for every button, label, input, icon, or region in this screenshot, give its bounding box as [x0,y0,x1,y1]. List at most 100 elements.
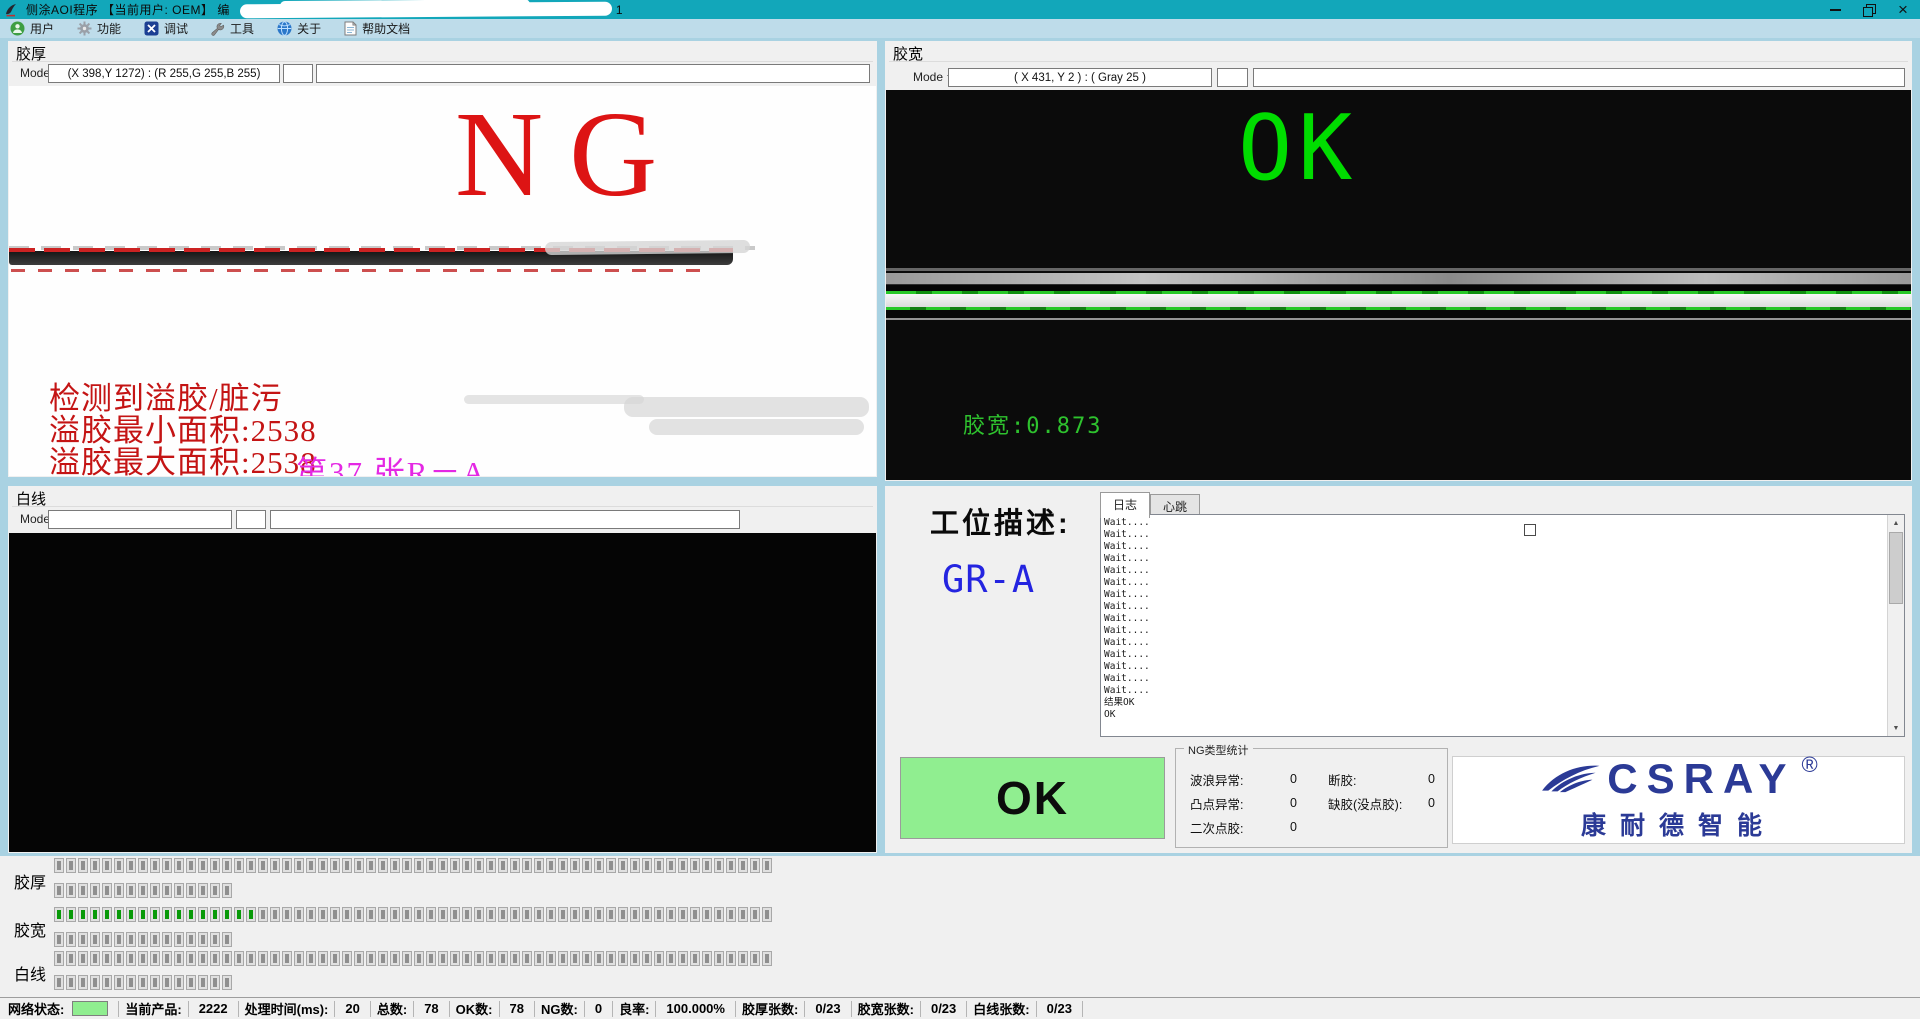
indicator-cell [751,859,759,872]
indicator-cell [691,908,699,921]
indicator-cell [451,952,459,965]
indicator-cell [487,908,495,921]
indicator-cell [367,908,375,921]
log-scrollbar[interactable] [1887,515,1904,736]
indicator-cell [307,908,315,921]
indicator-cell [523,908,531,921]
indicator-cell [223,976,231,989]
indicator-cell [127,859,135,872]
panel-glue-width: 胶宽 Mode ( X 431, Y 2 ) : ( Gray 25 ) OK … [885,41,1912,481]
panel-divider [12,506,873,507]
overall-result-button[interactable]: OK [900,757,1165,839]
station-name: GR-A [942,558,1035,601]
menu-item-功能[interactable]: 功能 [69,19,136,38]
thickness-camera-image: NG 检测到溢胶/脏污 溢胶最小面积:2538 溢胶最大面积:2538 第37 … [9,86,876,476]
menu-item-用户[interactable]: 用户 [2,19,69,38]
wrench-icon [211,22,225,36]
status-label: 当前产品: [119,999,187,1018]
indicator-cell [571,908,579,921]
whiteline-small-field[interactable] [236,510,266,529]
indicator-cell [595,859,603,872]
indicator-cell [511,952,519,965]
log-checkbox[interactable] [1524,524,1536,536]
log-list[interactable]: Wait....Wait....Wait....Wait....Wait....… [1100,514,1905,737]
indicator-cell [211,976,219,989]
indicator-cell [427,908,435,921]
title-redaction-blob [240,1,612,18]
indicator-cell [535,952,543,965]
menu-item-调试[interactable]: 调试 [136,19,203,38]
indicator-cell [115,884,123,897]
indicator-cell [175,884,183,897]
indicator-cell [439,908,447,921]
indicator-group-label: 白线 [14,961,46,985]
image-indicator-area: 胶厚 胶宽 白线 [0,856,1920,997]
scrollbar-thumb[interactable] [1889,532,1903,604]
ng-stats-right-column: 断胶:0缺胶(没点胶):0 [1328,767,1435,815]
indicator-cell [331,859,339,872]
minimize-button[interactable] [1818,0,1852,19]
log-line: Wait.... [1104,637,1884,649]
logo-brand-text: CSRAY [1607,759,1795,799]
indicator-cell [583,952,591,965]
thickness-info-field[interactable] [316,64,870,83]
indicator-cell [283,952,291,965]
indicator-cell [427,952,435,965]
scroll-down-icon[interactable] [1888,720,1904,736]
indicator-cell [415,908,423,921]
indicator-cell [79,933,87,946]
indicator-cell [571,952,579,965]
scroll-up-icon[interactable] [1888,515,1904,531]
ng-stat-label: 凸点异常: [1190,794,1290,813]
panel-title-glue-width: 胶宽 [893,43,923,64]
menu-item-关于[interactable]: 关于 [269,19,336,38]
user-icon [10,21,25,36]
indicator-cell [175,859,183,872]
close-button[interactable]: × [1886,0,1920,19]
window-title-suffix: 1 [616,3,623,17]
indicator-cell [403,859,411,872]
width-info-field[interactable] [1253,68,1905,87]
indicator-cell [523,952,531,965]
indicator-cell [139,952,147,965]
tab-日志[interactable]: 日志 [1100,492,1150,518]
indicator-cell [547,859,555,872]
indicator-cell [343,908,351,921]
thickness-small-field[interactable] [283,64,313,83]
thickness-coordinate-readout[interactable]: (X 398,Y 1272) : (R 255,G 255,B 255) [48,64,280,83]
indicator-cell [187,952,195,965]
indicator-cell [103,908,111,921]
indicator-cell [151,976,159,989]
indicator-cell [607,859,615,872]
indicator-row [55,859,771,872]
restore-button[interactable] [1852,0,1886,19]
ng-stat-label: 波浪异常: [1190,770,1290,789]
whiteline-camera-image [9,533,876,852]
whiteline-coordinate-readout[interactable] [48,510,232,529]
indicator-cell [499,908,507,921]
status-label: 白线张数: [967,999,1035,1018]
width-coordinate-readout[interactable]: ( X 431, Y 2 ) : ( Gray 25 ) [948,68,1212,87]
indicator-cell [103,933,111,946]
indicator-cell [187,884,195,897]
indicator-cell [103,884,111,897]
menu-item-label: 调试 [164,20,188,37]
csray-wing-icon [1539,759,1601,804]
whiteline-info-field[interactable] [270,510,740,529]
status-label: NG数: [535,999,584,1018]
log-line: OK [1104,709,1884,721]
indicator-cell [259,859,267,872]
indicator-cell [547,908,555,921]
menu-item-工具[interactable]: 工具 [203,19,269,38]
indicator-cell [79,976,87,989]
indicator-cell [343,952,351,965]
menu-item-label: 工具 [230,20,254,37]
menu-item-帮助文档[interactable]: 帮助文档 [336,19,425,38]
indicator-cell [475,859,483,872]
width-small-field[interactable] [1217,68,1248,87]
indicator-cell [547,952,555,965]
indicator-cell [391,908,399,921]
minimize-icon [1830,9,1841,11]
indicator-row [55,976,231,989]
indicator-cell [583,908,591,921]
